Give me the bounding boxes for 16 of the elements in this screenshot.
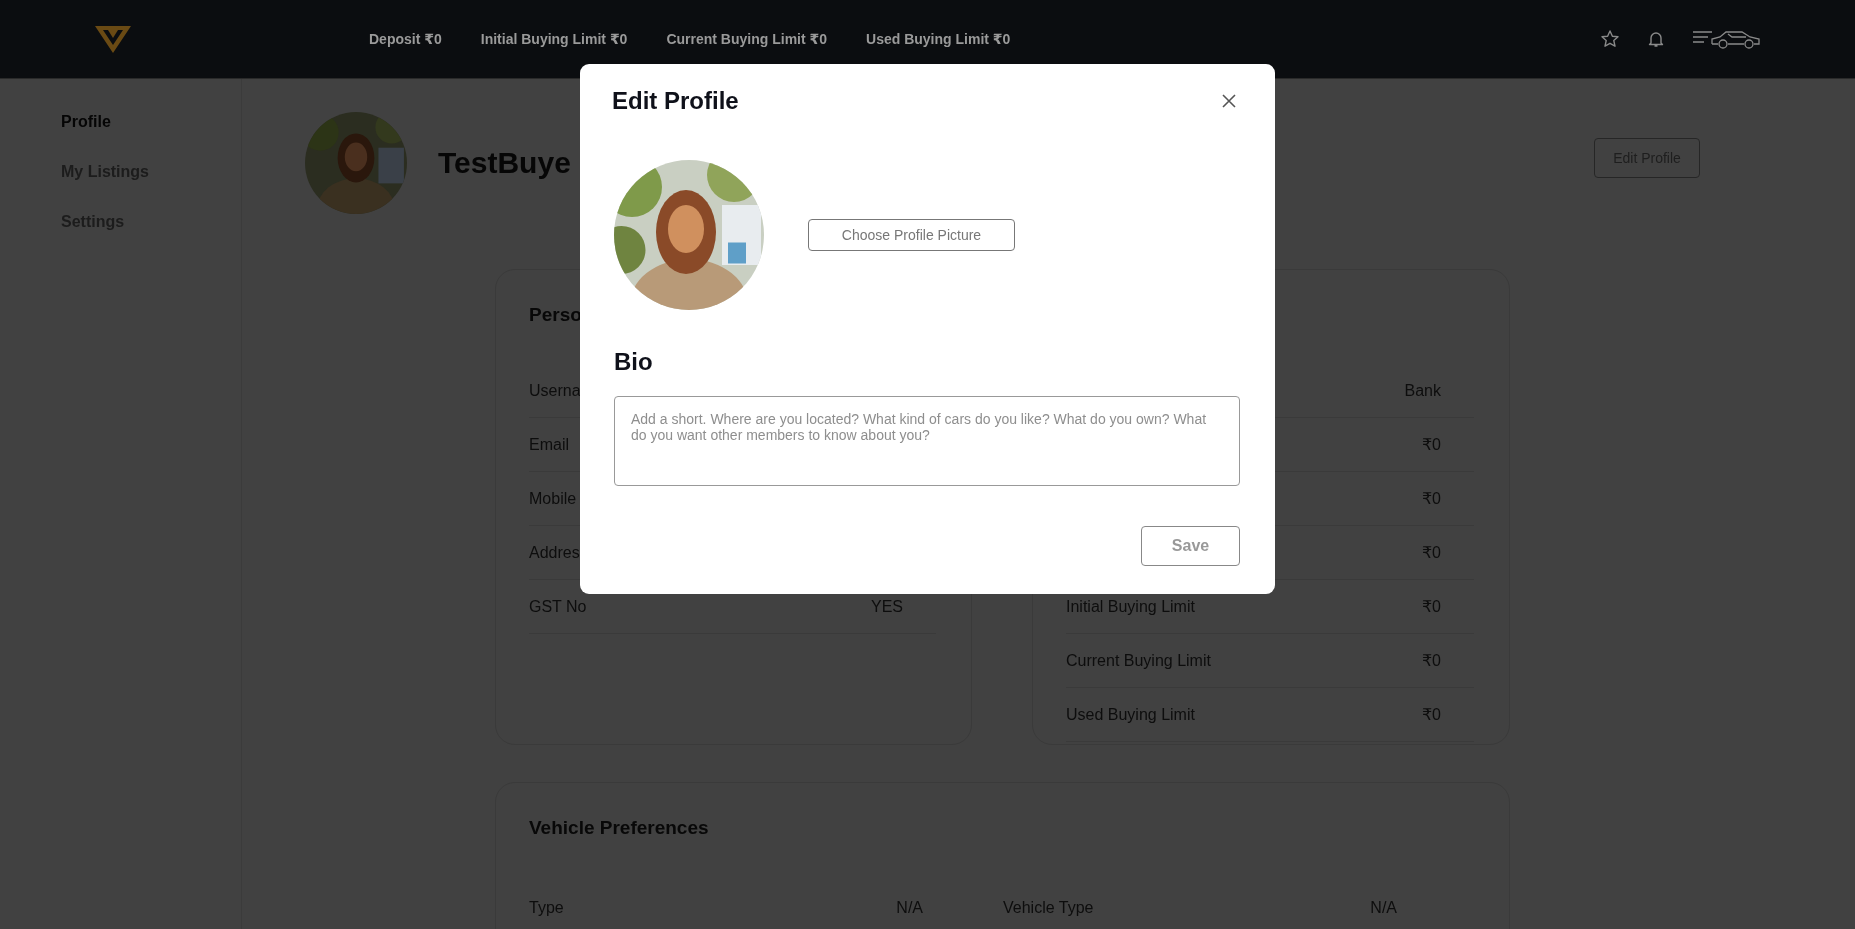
card-title: Perso	[529, 303, 583, 327]
bio-label: Bio	[614, 347, 654, 377]
header-stat: Used Buying Limit ₹0	[866, 31, 1011, 47]
header-stat: Current Buying Limit ₹0	[666, 31, 828, 47]
header-stat: Initial Buying Limit ₹0	[480, 31, 628, 47]
dialog-title: Edit Profile	[612, 87, 739, 115]
header-stat: Deposit ₹0	[369, 31, 442, 47]
star-icon[interactable]	[1600, 29, 1620, 49]
save-button[interactable]: Save	[1141, 526, 1240, 566]
bio-field[interactable]: Add a short. Where are you located? What kind of cars do you like? What do you own? What do you want other members to know about you?	[614, 396, 1240, 486]
card-title: Vehicle Preferences	[529, 816, 710, 840]
choose-picture-button[interactable]: Choose Profile Picture	[808, 219, 1015, 251]
close-icon[interactable]	[1222, 94, 1236, 108]
bell-icon[interactable]	[1646, 29, 1666, 49]
user-name: TestBuye	[438, 146, 571, 180]
sidebar-item[interactable]: Profile	[61, 113, 241, 131]
